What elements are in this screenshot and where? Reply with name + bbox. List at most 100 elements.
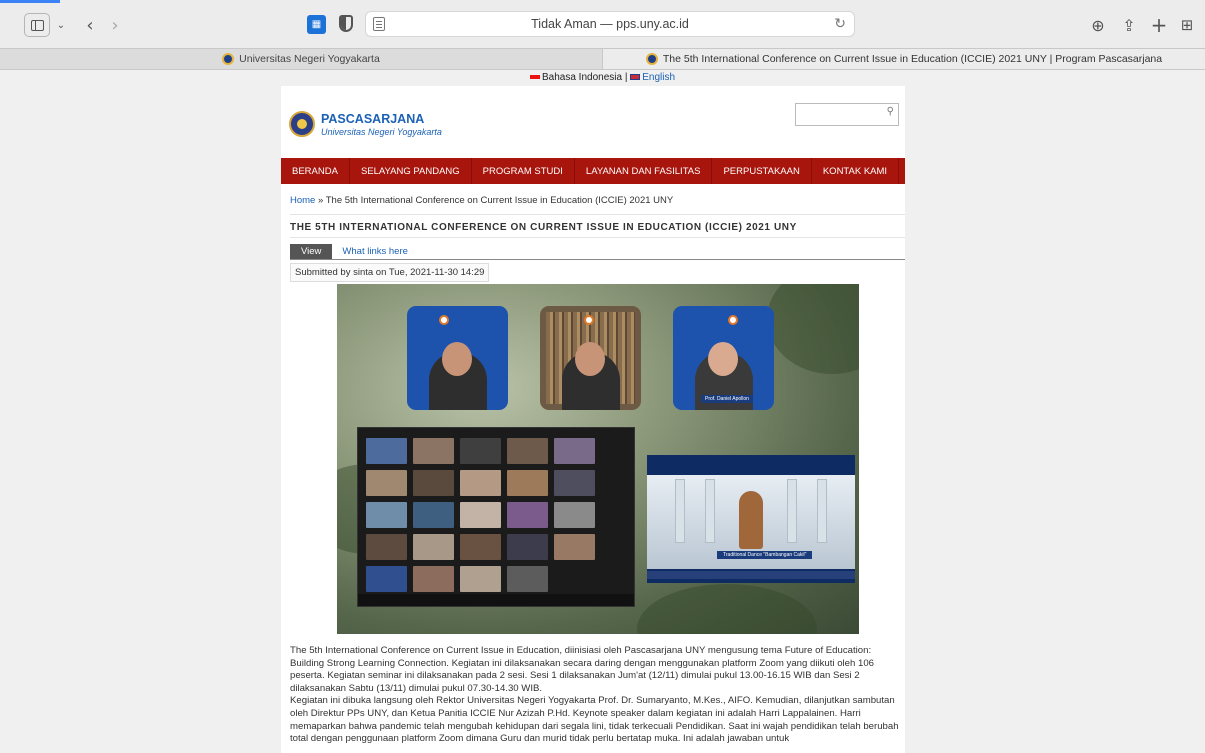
favicon-icon (645, 53, 658, 65)
participant-tile (366, 438, 407, 464)
chevron-left-icon[interactable]: ‹ (80, 13, 100, 37)
speaker-card-right: Prof. Daniel Apollon (673, 306, 774, 410)
search-input[interactable]: ⚲ (795, 103, 899, 126)
conference-photo: Prof. Daniel Apollon Traditional Dance "… (337, 284, 859, 634)
flag-uk-icon (630, 74, 641, 81)
divider (290, 214, 905, 215)
tab-overview-icon[interactable]: ⊞ (1176, 13, 1198, 37)
speaker-card-center (540, 306, 641, 410)
stage-caption: Traditional Dance "Bambangan Cakil" (717, 551, 813, 559)
pillar (675, 479, 685, 543)
participant-tile (413, 502, 454, 528)
site-header: PASCASARJANA Universitas Negeri Yogyakar… (281, 86, 905, 158)
lang-indonesian[interactable]: Bahasa Indonesia (542, 72, 622, 83)
nav-perpustakaan[interactable]: PERPUSTAKAAN (712, 158, 812, 184)
participant-tile (554, 438, 595, 464)
favicon-icon (222, 53, 235, 65)
logo-icon (439, 315, 449, 325)
tab-bar: Universitas Negeri Yogyakarta The 5th In… (0, 48, 1205, 70)
article-body: The 5th International Conference on Curr… (290, 645, 902, 753)
zoom-toolbar (358, 594, 634, 606)
browser-toolbar: ⌄ ‹ › ▦ Tidak Aman — pps.uny.ac.id ↻ ⊕ ⇪… (0, 0, 1205, 48)
participant-tile (413, 566, 454, 592)
participant-tile (460, 502, 501, 528)
nav-layanan-fasilitas[interactable]: LAYANAN DAN FASILITAS (575, 158, 713, 184)
page-container: PASCASARJANA Universitas Negeri Yogyakar… (281, 86, 905, 753)
pillar (787, 479, 797, 543)
lang-separator: | (624, 72, 628, 83)
lang-english[interactable]: English (642, 72, 675, 83)
leaf-shape (637, 584, 817, 634)
tab-title: The 5th International Conference on Curr… (662, 53, 1163, 65)
site-name[interactable]: PASCASARJANA (321, 112, 424, 126)
participant-tile (366, 534, 407, 560)
tab-iccie[interactable]: The 5th International Conference on Curr… (602, 49, 1205, 69)
tab-title: Universitas Negeri Yogyakarta (239, 53, 380, 65)
breadcrumb: Home » The 5th International Conference … (290, 195, 673, 206)
leaf-shape (767, 284, 859, 374)
zoom-stage-view: Traditional Dance "Bambangan Cakil" (647, 455, 855, 583)
breadcrumb-separator: » (317, 195, 324, 206)
participant-tile (507, 502, 548, 528)
submitted-info: Submitted by sinta on Tue, 2021-11-30 14… (290, 263, 490, 282)
breadcrumb-current: The 5th International Conference on Curr… (325, 195, 674, 206)
stage-strip (647, 571, 855, 579)
site-slogan: Universitas Negeri Yogyakarta (321, 127, 442, 137)
main-nav: BERANDA SELAYANG PANDANG PROGRAM STUDI L… (281, 158, 905, 184)
nav-selayang-pandang[interactable]: SELAYANG PANDANG (350, 158, 472, 184)
participant-tile (413, 470, 454, 496)
speaker-name-label: Prof. Daniel Apollon (701, 395, 753, 403)
focus-indicator (0, 0, 60, 3)
node-tabs: View What links here (290, 244, 418, 259)
address-bar[interactable]: Tidak Aman — pps.uny.ac.id ↻ (365, 11, 855, 37)
dancer (739, 491, 763, 549)
logo-icon (584, 315, 594, 325)
nav-program-studi[interactable]: PROGRAM STUDI (472, 158, 575, 184)
download-icon[interactable]: ⊕ (1087, 13, 1109, 37)
participant-tile (413, 534, 454, 560)
reader-icon[interactable] (373, 17, 385, 31)
uny-logo-icon[interactable] (289, 111, 315, 137)
tab-rule (290, 259, 905, 260)
speaker-card-left (407, 306, 508, 410)
plus-icon[interactable]: + (1148, 13, 1170, 37)
extension-icon[interactable]: ▦ (307, 15, 326, 34)
flag-indonesia-icon (529, 75, 540, 80)
participant-tile (507, 534, 548, 560)
address-text: Tidak Aman — pps.uny.ac.id (531, 17, 689, 31)
pillar (705, 479, 715, 543)
participant-tile (366, 502, 407, 528)
reload-icon[interactable]: ↻ (834, 16, 846, 32)
tab-view[interactable]: View (290, 244, 333, 259)
participant-tile (554, 534, 595, 560)
speaker-face (708, 342, 738, 376)
participant-tile (554, 502, 595, 528)
participant-tile (507, 566, 548, 592)
nav-kontak-kami[interactable]: KONTAK KAMI (812, 158, 900, 184)
chevron-down-icon[interactable]: ⌄ (53, 13, 69, 37)
chevron-right-icon[interactable]: › (105, 13, 125, 37)
zoom-gallery-view (357, 427, 635, 607)
participant-tile (554, 470, 595, 496)
search-icon[interactable]: ⚲ (887, 106, 894, 117)
participant-tile (460, 534, 501, 560)
participant-tile (413, 438, 454, 464)
page-title: THE 5TH INTERNATIONAL CONFERENCE ON CURR… (290, 222, 797, 233)
shield-icon[interactable] (339, 15, 353, 32)
tab-uny[interactable]: Universitas Negeri Yogyakarta (0, 49, 602, 69)
participant-tile (460, 470, 501, 496)
tab-what-links-here[interactable]: What links here (332, 244, 417, 259)
breadcrumb-home[interactable]: Home (290, 195, 315, 206)
participant-tile (507, 438, 548, 464)
participant-tile (366, 470, 407, 496)
nav-beranda[interactable]: BERANDA (281, 158, 350, 184)
participant-tile (366, 566, 407, 592)
share-icon[interactable]: ⇪ (1118, 13, 1140, 37)
logo-icon (728, 315, 738, 325)
body-paragraph: Kegiatan ini dibuka langsung oleh Rektor… (290, 695, 899, 745)
participant-tile (460, 438, 501, 464)
speaker-face (575, 342, 605, 376)
pillar (817, 479, 827, 543)
participant-tile (507, 470, 548, 496)
sidebar-icon[interactable] (24, 13, 50, 37)
